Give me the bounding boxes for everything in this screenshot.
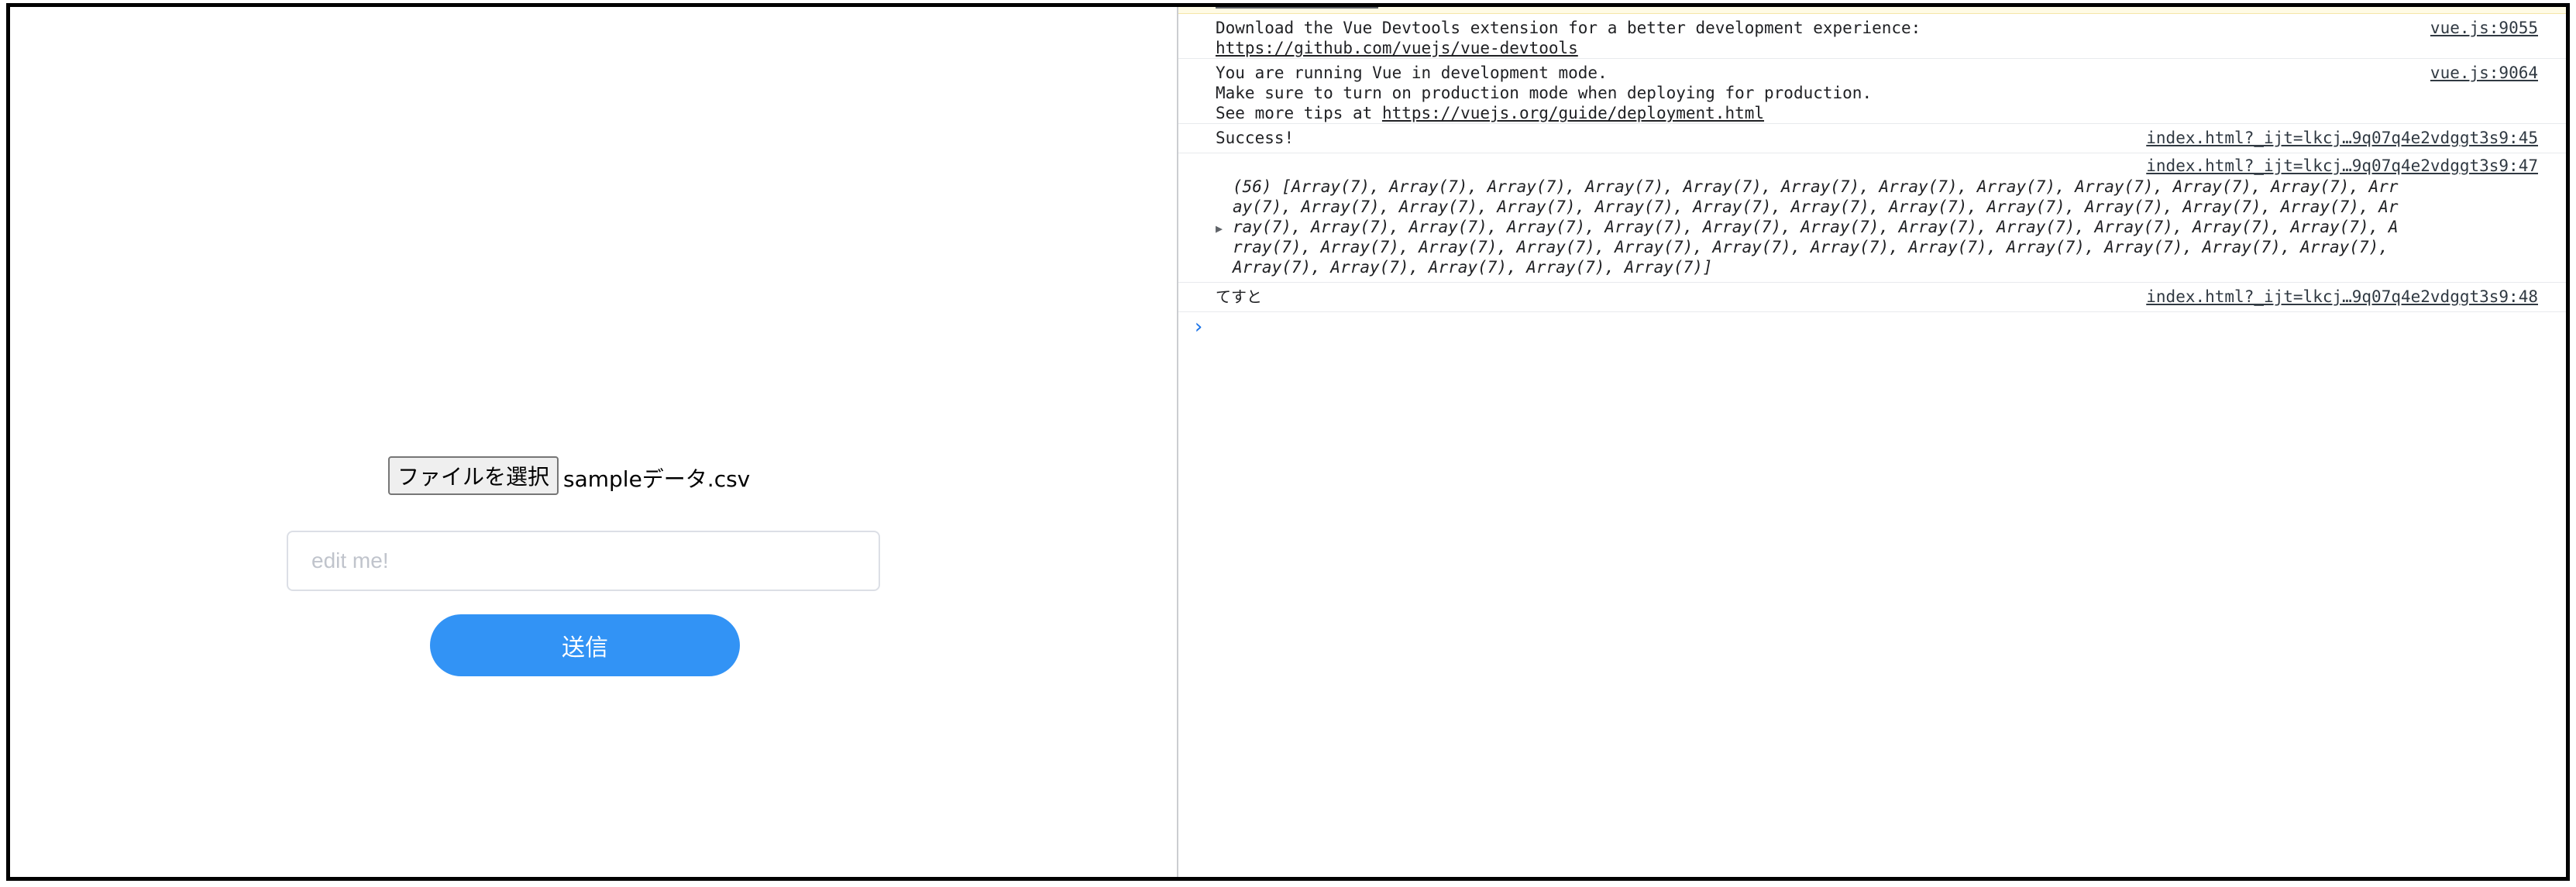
source-link[interactable]: index.html?_ijt=lkcj…9q07q4e2vdggt3s9:45 xyxy=(2146,128,2538,148)
source-link[interactable]: index.html?_ijt=lkcj…9q07q4e2vdggt3s9:48 xyxy=(2146,287,2538,307)
expand-triangle-icon[interactable]: ▶ xyxy=(1216,218,1223,239)
array-preview-line: ay(7), Array(7), Array(7), Array(7), Arr… xyxy=(1233,198,2399,216)
array-preview-line: rray(7), Array(7), Array(7), Array(7), A… xyxy=(1233,238,2389,256)
console-message-devtools: Download the Vue Devtools extension for … xyxy=(1178,14,2566,59)
array-preview-line: Array(7), Array(7), Array(7), Array(7), … xyxy=(1233,258,1713,277)
array-preview-line: ray(7), Array(7), Array(7), Array(7), Ar… xyxy=(1233,218,2399,236)
prompt-chevron-icon: › xyxy=(1192,315,1205,339)
selected-file-name: sampleデータ.csv xyxy=(563,466,751,492)
console-message-test: てすと index.html?_ijt=lkcj…9q07q4e2vdggt3s… xyxy=(1178,283,2566,312)
devtools-console: Download the Vue Devtools extension for … xyxy=(1177,7,2566,877)
choose-file-button[interactable]: ファイルを選択 xyxy=(388,456,559,495)
vue-devtools-link[interactable]: https://github.com/vuejs/vue-devtools xyxy=(1216,38,2538,58)
message-text: Download the Vue Devtools extension for … xyxy=(1216,19,1921,37)
submit-button[interactable]: 送信 xyxy=(430,614,740,676)
array-preview-line: (56) [Array(7), Array(7), Array(7), Arra… xyxy=(1233,177,2399,196)
console-message-dev-mode: You are running Vue in development mode.… xyxy=(1178,59,2566,124)
deployment-guide-link[interactable]: https://vuejs.org/guide/deployment.html xyxy=(1382,104,1764,122)
source-link[interactable]: vue.js:9064 xyxy=(2430,63,2538,83)
source-link[interactable]: index.html?_ijt=lkcj…9q07q4e2vdggt3s9:47 xyxy=(2146,156,2538,176)
source-link[interactable]: vue.js:9055 xyxy=(2430,18,2538,38)
console-message-success: Success! index.html?_ijt=lkcj…9q07q4e2vd… xyxy=(1178,124,2566,153)
message-text: Make sure to turn on production mode whe… xyxy=(1216,84,1873,102)
warning-message-edge xyxy=(1178,7,2566,14)
app-pane: ファイルを選択 sampleデータ.csv 送信 xyxy=(10,7,1177,877)
edit-input[interactable] xyxy=(287,531,880,591)
console-prompt[interactable]: › xyxy=(1178,312,2566,337)
browser-frame: ファイルを選択 sampleデータ.csv 送信 Download the Vu… xyxy=(6,3,2570,881)
message-text: You are running Vue in development mode. xyxy=(1216,64,1608,82)
console-message-array: index.html?_ijt=lkcj…9q07q4e2vdggt3s9:47… xyxy=(1178,153,2566,283)
array-preview[interactable]: ▶ (56) [Array(7), Array(7), Array(7), Ar… xyxy=(1216,177,2538,277)
message-text: See more tips at xyxy=(1216,104,1382,122)
warning-link-underline xyxy=(1216,7,1378,9)
